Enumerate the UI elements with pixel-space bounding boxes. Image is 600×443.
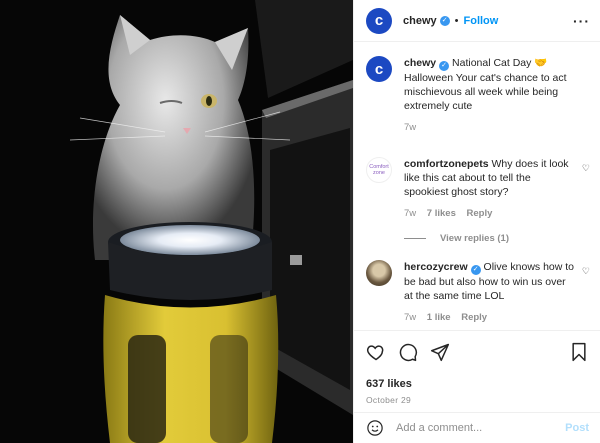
- comment-likes[interactable]: 7 likes: [427, 208, 456, 219]
- caption-meta: 7w: [404, 121, 576, 135]
- comment-likes[interactable]: 1 like: [427, 312, 451, 323]
- reply-button[interactable]: Reply: [461, 312, 487, 323]
- separator-dot: •: [454, 14, 459, 27]
- comment-icon[interactable]: [398, 342, 418, 362]
- share-icon[interactable]: [430, 342, 450, 362]
- heart-icon[interactable]: [366, 342, 386, 362]
- comments-section: c chewy ✓ National Cat Day 🤝 Halloween Yo…: [354, 56, 600, 325]
- reply-button[interactable]: Reply: [467, 208, 493, 219]
- comment-time[interactable]: 7w: [404, 312, 416, 323]
- comment-username[interactable]: comfortzonepets: [404, 158, 489, 170]
- replies-divider: [404, 238, 426, 239]
- avatar-letter: c: [374, 12, 384, 29]
- caption: c chewy ✓ National Cat Day 🤝 Halloween Yo…: [366, 56, 588, 135]
- caption-username[interactable]: chewy: [404, 57, 436, 69]
- bookmark-icon[interactable]: [569, 342, 589, 362]
- comment-input[interactable]: [396, 422, 556, 434]
- avatar-letter: c: [374, 60, 384, 78]
- view-replies-label: View replies (1): [440, 233, 509, 244]
- comment-item: hercozycrew ✓ Olive knows how to be bad b…: [366, 260, 590, 325]
- post-header: c chewy ✓ • Follow ···: [354, 0, 600, 42]
- comment-body: comfortzonepets Why does it look like th…: [404, 157, 574, 221]
- verified-badge-icon: ✓: [470, 265, 481, 275]
- avatar[interactable]: c: [366, 7, 392, 34]
- view-replies-button[interactable]: View replies (1): [404, 233, 588, 244]
- verified-badge-icon: ✓: [439, 15, 450, 26]
- add-comment-bar: Post: [354, 412, 600, 443]
- comment-body: hercozycrew ✓ Olive knows how to be bad b…: [404, 260, 574, 325]
- comment-meta: 7w 7 likes Reply: [404, 207, 574, 221]
- post-date: October 29: [366, 395, 412, 405]
- header-username[interactable]: chewy: [403, 15, 437, 27]
- comment-avatar[interactable]: [366, 260, 392, 286]
- caption-body: chewy ✓ National Cat Day 🤝 Halloween Your…: [404, 56, 576, 135]
- post-photo[interactable]: [0, 0, 353, 443]
- comment-meta: 7w 1 like Reply: [404, 311, 574, 325]
- post-comment-button[interactable]: Post: [565, 422, 589, 434]
- cat-lantern-image: [0, 0, 353, 443]
- emoji-icon[interactable]: [366, 419, 384, 437]
- comment-like-heart-icon[interactable]: ♡: [582, 266, 590, 277]
- likes-count[interactable]: 637 likes: [366, 378, 589, 390]
- follow-button[interactable]: Follow: [464, 15, 499, 27]
- caption-time[interactable]: 7w: [404, 122, 416, 133]
- comment-like-heart-icon[interactable]: ♡: [582, 163, 590, 174]
- more-options-icon[interactable]: ···: [573, 13, 590, 29]
- post-panel: c chewy ✓ • Follow ··· c chewy ✓ National…: [353, 0, 600, 443]
- post-actions: 637 likes October 29: [354, 330, 600, 405]
- comment-avatar[interactable]: Comfort zone: [366, 157, 392, 183]
- comment-item: Comfort zone comfortzonepets Why does it…: [366, 157, 590, 221]
- action-icons: [366, 341, 589, 363]
- comment-avatar-text: Comfort zone: [369, 164, 389, 176]
- comment-username[interactable]: hercozycrew: [404, 261, 468, 273]
- comment-time[interactable]: 7w: [404, 208, 416, 219]
- caption-avatar[interactable]: c: [366, 56, 392, 82]
- verified-badge-icon: ✓: [439, 61, 450, 71]
